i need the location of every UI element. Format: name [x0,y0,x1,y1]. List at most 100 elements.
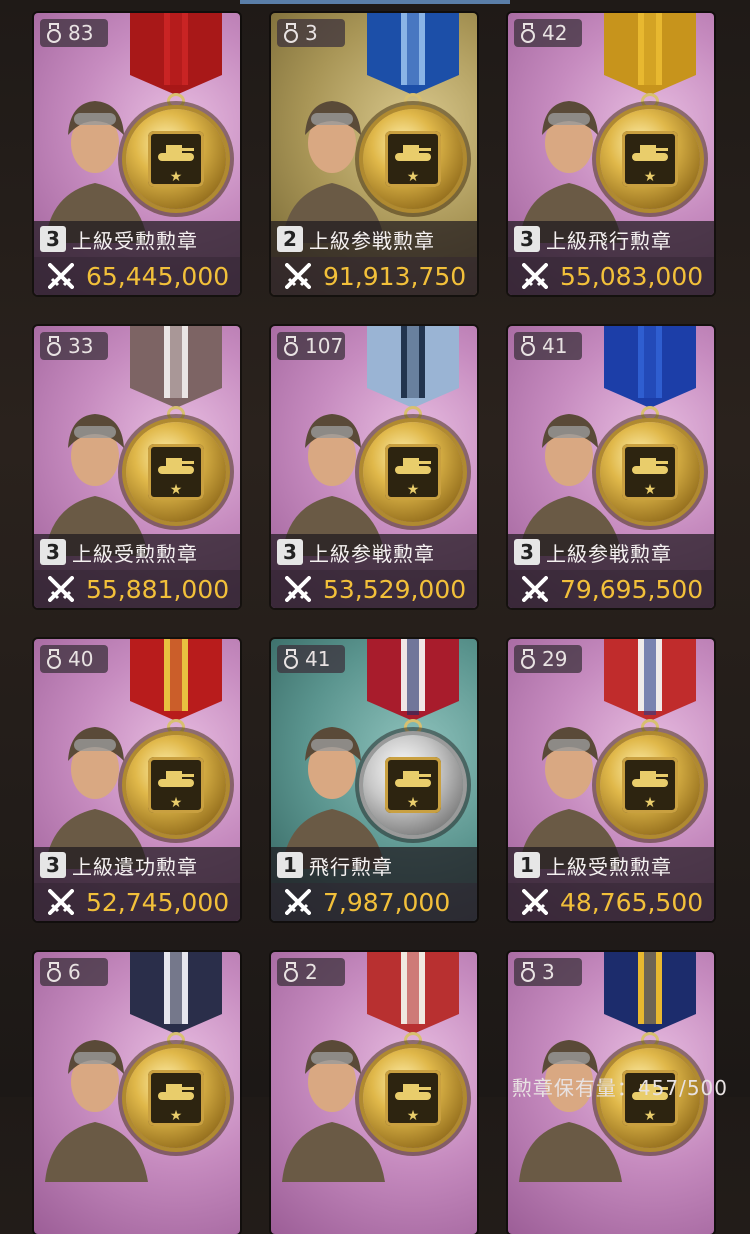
medal-name-bar: 1 飛行勲章 [271,847,477,883]
tank-icon [395,771,431,787]
medal-emblem [622,757,678,813]
medal-name: 上級受勲勲章 [72,541,198,566]
medal-card[interactable]: 40 3上級遺功勲章 52,745,000 [34,639,240,921]
tank-icon [395,145,431,161]
medal-hanger [167,93,185,109]
medal-count-icon [46,23,62,43]
medal-power-value: 55,083,000 [560,261,704,291]
medal-name: 上級受勲勲章 [546,854,672,879]
medal-power-value: 65,445,000 [86,261,230,291]
medal-level-badge: 3 [40,226,66,252]
medal-hanger [404,406,422,422]
owned-count-badge: 40 [40,645,108,673]
owned-count-badge: 6 [40,958,108,986]
medal-card[interactable]: 2 [271,952,477,1234]
owned-count-text: 40 [68,647,94,671]
medal-icon [126,422,226,522]
crossed-swords-icon [48,263,74,289]
medal-icon [600,109,700,209]
medal-level-badge: 3 [277,539,303,565]
medal-emblem [148,131,204,187]
owned-count-badge: 29 [514,645,582,673]
crossed-swords-icon [522,576,548,602]
medal-card[interactable]: 41 3上級参戦勲章 79,695,500 [508,326,714,608]
medal-ribbon [604,639,696,721]
medal-name-bar: 3 上級飛行勲章 [508,221,714,257]
tank-icon [395,458,431,474]
medal-icon [126,109,226,209]
medal-icon [363,1048,463,1148]
medal-hanger [641,1032,659,1048]
owned-count-text: 42 [542,21,568,45]
crossed-swords-icon [48,889,74,915]
medal-count-icon [46,649,62,669]
medal-level-badge: 1 [514,852,540,878]
medal-card[interactable]: 83 3上級受勲勲章 65,445,000 [34,13,240,295]
medal-count-icon [520,962,536,982]
medal-hanger [404,719,422,735]
medal-name-bar: 3 上級参戦勲章 [508,534,714,570]
owned-count-text: 6 [68,960,81,984]
owned-count-badge: 3 [514,958,582,986]
medal-hanger [641,719,659,735]
medal-card[interactable]: 29 1上級受勲勲章 48,765,500 [508,639,714,921]
medal-icon [363,735,463,835]
tank-icon [158,145,194,161]
owned-count-badge: 42 [514,19,582,47]
medal-hanger [167,719,185,735]
medal-icon [600,422,700,522]
medal-level-badge: 3 [40,539,66,565]
tank-icon [395,1084,431,1100]
medal-icon [363,422,463,522]
medal-name-bar: 2 上級参戦勲章 [271,221,477,257]
owned-count-text: 107 [305,334,344,358]
medal-hanger [167,406,185,422]
medal-ribbon [130,952,222,1034]
medal-card[interactable]: 41 1飛行勲章 7,987,000 [271,639,477,921]
medal-name-bar: 3 上級受勲勲章 [34,221,240,257]
medal-power-value: 53,529,000 [323,574,467,604]
medal-ribbon [130,13,222,95]
crossed-swords-icon [285,889,311,915]
medal-ribbon [367,639,459,721]
medal-emblem [148,757,204,813]
medal-ribbon [367,326,459,408]
medal-card[interactable]: 6 [34,952,240,1234]
medal-grid: 833上級受勲勲章65,445,00032上級参戦勲章91,913,750423… [0,0,750,1234]
medal-ribbon [604,13,696,95]
medal-level-badge: 2 [277,226,303,252]
medal-card[interactable]: 333上級受勲勲章55,881,000 [34,326,240,608]
medal-card[interactable]: 3 2上級参戦勲章 91,913,750 [271,13,477,295]
medal-power-bar: 53,529,000 [271,570,477,608]
medal-name: 上級遺功勲章 [72,854,198,879]
owned-count-text: 83 [68,21,94,45]
medal-count-icon [520,649,536,669]
medal-emblem [622,444,678,500]
medal-count-icon [46,962,62,982]
medal-card[interactable]: 42 3上級飛行勲章 55,083,000 [508,13,714,295]
medal-power-bar: 65,445,000 [34,257,240,295]
medal-level-badge: 3 [40,852,66,878]
medal-count-icon [283,649,299,669]
medal-name-bar: 3 上級受勲勲章 [34,534,240,570]
medal-icon [600,735,700,835]
medal-level-badge: 3 [514,226,540,252]
medal-icon [126,1048,226,1148]
owned-count-badge: 3 [277,19,345,47]
owned-count-text: 3 [542,960,555,984]
owned-count-badge: 2 [277,958,345,986]
medal-hanger [167,1032,185,1048]
medal-emblem [385,757,441,813]
medal-count-icon [46,336,62,356]
medal-count-icon [283,336,299,356]
owned-count-text: 41 [305,647,331,671]
owned-count-badge: 41 [514,332,582,360]
owned-count-text: 41 [542,334,568,358]
medal-name-bar: 3 上級遺功勲章 [34,847,240,883]
medal-power-value: 91,913,750 [323,261,467,291]
medal-emblem [385,444,441,500]
medal-card[interactable]: 107 3上級参戦勲章 53,529,000 [271,326,477,608]
medal-name: 上級参戦勲章 [309,228,435,253]
medal-power-bar: 52,745,000 [34,883,240,921]
medal-icon [363,109,463,209]
